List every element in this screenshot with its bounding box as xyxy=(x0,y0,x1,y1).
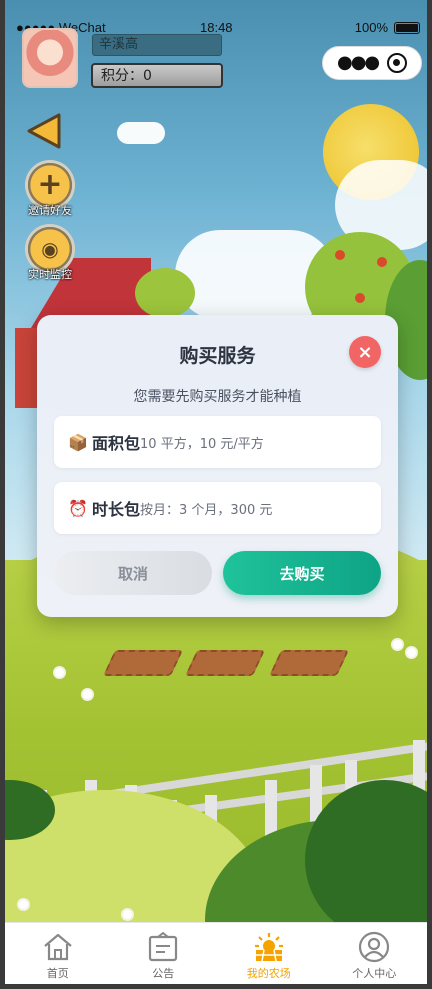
flower xyxy=(393,640,402,649)
battery-status: 100% xyxy=(355,20,420,35)
tree xyxy=(135,268,195,318)
tab-notice-label: 公告 xyxy=(152,967,175,980)
score-display: 积分：0 xyxy=(91,63,223,88)
tab-home-label: 首页 xyxy=(46,967,69,980)
live-monitor-button[interactable]: ◉ 实时监控 xyxy=(22,224,78,282)
battery-icon xyxy=(394,21,420,34)
package-name: 时长包 xyxy=(92,500,141,519)
go-buy-button[interactable]: 去购买 xyxy=(223,551,381,595)
back-arrow-icon xyxy=(27,113,61,149)
duration-package-option[interactable]: ⏰ 时长包 按月：3 个月，300 元 xyxy=(54,482,381,534)
invite-friends-label: 邀请好友 xyxy=(28,204,72,217)
avatar[interactable] xyxy=(22,28,78,88)
invite-friends-button[interactable]: + 邀请好友 xyxy=(22,160,78,218)
close-icon: × xyxy=(357,341,373,363)
user-name: 辛溪高 xyxy=(92,34,222,56)
flower xyxy=(19,900,28,909)
box-icon: 📦 xyxy=(68,432,88,452)
farm-plot xyxy=(268,650,350,676)
battery-percent: 100% xyxy=(354,20,388,35)
dialog-subtitle: 您需要先购买服务才能种植 xyxy=(133,389,302,405)
package-description: 按月：3 个月，300 元 xyxy=(140,502,273,518)
user-icon xyxy=(359,931,390,963)
purchase-service-dialog: 购买服务 × 您需要先购买服务才能种植 📦 面积包 10 平方，10 元/平方 … xyxy=(37,315,398,617)
cloud xyxy=(117,122,165,144)
tab-notice[interactable]: 公告 xyxy=(111,923,217,984)
flower xyxy=(83,690,92,699)
tab-home[interactable]: 首页 xyxy=(5,923,111,984)
flower xyxy=(407,648,416,657)
frame-bottom-edge xyxy=(0,984,432,989)
tab-my-farm[interactable]: 我的农场 xyxy=(216,923,322,984)
flower xyxy=(55,668,64,677)
home-icon xyxy=(44,933,72,961)
area-package-option[interactable]: 📦 面积包 10 平方，10 元/平方 xyxy=(54,416,381,468)
close-button[interactable]: × xyxy=(349,336,381,368)
tab-profile[interactable]: 个人中心 xyxy=(322,923,428,984)
more-menu-icon[interactable]: ●●● xyxy=(337,54,380,72)
farm-plot xyxy=(102,650,184,676)
flower xyxy=(123,910,132,919)
live-monitor-label: 实时监控 xyxy=(28,268,72,281)
package-description: 10 平方，10 元/平方 xyxy=(140,436,264,452)
mini-program-capsule: ●●● xyxy=(322,46,422,80)
close-mini-program-icon[interactable] xyxy=(387,53,407,73)
fruit xyxy=(355,293,365,303)
bottom-tab-bar: 首页 公告 我的农场 个人中心 xyxy=(5,922,427,984)
tab-my-farm-label: 我的农场 xyxy=(246,967,291,980)
farm-plot xyxy=(184,650,266,676)
fruit xyxy=(377,257,387,267)
tab-profile-label: 个人中心 xyxy=(352,967,397,980)
notice-icon xyxy=(149,931,178,962)
alarm-clock-icon: ⏰ xyxy=(68,498,88,518)
fruit xyxy=(335,250,345,260)
cancel-button[interactable]: 取消 xyxy=(54,551,212,595)
dialog-title: 购买服务 xyxy=(179,345,256,367)
status-time: 18:48 xyxy=(200,20,233,35)
package-name: 面积包 xyxy=(92,434,141,453)
back-button[interactable] xyxy=(22,108,68,154)
farm-sun-icon xyxy=(254,933,283,962)
